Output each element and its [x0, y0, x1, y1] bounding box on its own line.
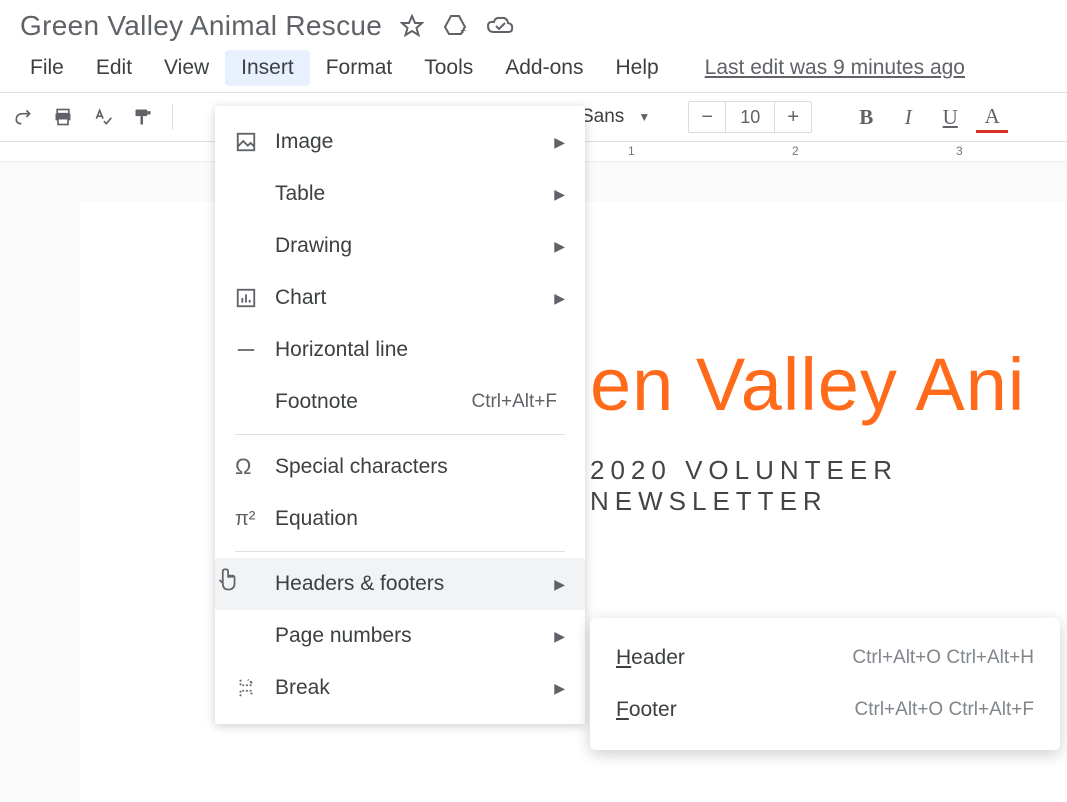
menu-item-special-characters[interactable]: Ω Special characters — [215, 441, 585, 493]
cloud-status-icon[interactable] — [486, 14, 514, 38]
insert-dropdown: Image ▶ Table ▶ Drawing ▶ Chart ▶ Horizo… — [215, 106, 585, 724]
submenu-shortcut: Ctrl+Alt+O Ctrl+Alt+F — [855, 699, 1035, 721]
title-bar: Green Valley Animal Rescue + — [0, 0, 1067, 46]
menu-bar: File Edit View Insert Format Tools Add-o… — [0, 46, 1067, 92]
ruler-mark-3: 3 — [956, 144, 963, 158]
menu-insert[interactable]: Insert — [225, 50, 310, 86]
menu-label: Special characters — [275, 455, 565, 479]
move-to-drive-icon[interactable]: + — [442, 14, 468, 38]
paint-format-icon[interactable] — [128, 102, 158, 132]
menu-item-equation[interactable]: π² Equation — [215, 493, 585, 545]
chart-icon — [235, 287, 275, 309]
menu-item-table[interactable]: Table ▶ — [215, 168, 585, 220]
chevron-right-icon: ▶ — [554, 680, 565, 697]
menu-label: Equation — [275, 507, 565, 531]
menu-label: Image — [275, 130, 554, 154]
menu-item-horizontal-line[interactable]: Horizontal line — [215, 324, 585, 376]
menu-file[interactable]: File — [14, 50, 80, 86]
page-break-icon — [235, 677, 275, 699]
redo-icon[interactable] — [8, 102, 38, 132]
svg-text:+: + — [460, 25, 466, 37]
document-title[interactable]: Green Valley Animal Rescue — [20, 10, 382, 42]
menu-item-footnote[interactable]: Footnote Ctrl+Alt+F — [215, 376, 585, 428]
menu-view[interactable]: View — [148, 50, 225, 86]
text-color-button[interactable]: A — [976, 101, 1008, 133]
pointer-cursor-icon — [213, 566, 239, 602]
ruler-mark-2: 2 — [792, 144, 799, 158]
menu-addons[interactable]: Add-ons — [489, 50, 599, 86]
menu-format[interactable]: Format — [310, 50, 409, 86]
menu-label: Drawing — [275, 234, 554, 258]
spellcheck-icon[interactable] — [88, 102, 118, 132]
headers-footers-submenu: Header Ctrl+Alt+O Ctrl+Alt+H Footer Ctrl… — [590, 618, 1060, 750]
print-icon[interactable] — [48, 102, 78, 132]
horizontal-line-icon — [235, 339, 275, 361]
menu-item-headers-footers[interactable]: Headers & footers ▶ — [215, 558, 585, 610]
last-edit-link[interactable]: Last edit was 9 minutes ago — [705, 56, 965, 80]
menu-separator — [235, 434, 565, 435]
pi-icon: π² — [235, 508, 275, 531]
menu-label: Table — [275, 182, 554, 206]
font-size-controls: − 10 + — [688, 101, 812, 133]
underline-button[interactable]: U — [934, 101, 966, 133]
menu-item-chart[interactable]: Chart ▶ — [215, 272, 585, 324]
font-size-value[interactable]: 10 — [725, 102, 775, 132]
chevron-right-icon: ▶ — [554, 134, 565, 151]
font-size-decrease[interactable]: − — [689, 102, 725, 132]
font-size-increase[interactable]: + — [775, 102, 811, 132]
menu-separator — [235, 551, 565, 552]
submenu-label: Footer — [616, 698, 855, 722]
menu-item-break[interactable]: Break ▶ — [215, 662, 585, 714]
menu-label: Footnote — [275, 390, 471, 414]
ruler-mark-1: 1 — [628, 144, 635, 158]
chevron-right-icon: ▶ — [554, 186, 565, 203]
submenu-shortcut: Ctrl+Alt+O Ctrl+Alt+H — [852, 647, 1034, 669]
star-icon[interactable] — [400, 14, 424, 38]
menu-item-image[interactable]: Image ▶ — [215, 116, 585, 168]
chevron-right-icon: ▶ — [554, 576, 565, 593]
omega-icon: Ω — [235, 454, 275, 480]
menu-label: Horizontal line — [275, 338, 565, 362]
chevron-right-icon: ▶ — [554, 290, 565, 307]
document-subheading[interactable]: 2020 VOLUNTEER NEWSLETTER — [590, 455, 1067, 517]
menu-edit[interactable]: Edit — [80, 50, 148, 86]
submenu-label: Header — [616, 646, 852, 670]
menu-item-page-numbers[interactable]: Page numbers ▶ — [215, 610, 585, 662]
chevron-right-icon: ▶ — [554, 238, 565, 255]
toolbar-separator — [172, 104, 173, 130]
menu-help[interactable]: Help — [599, 50, 674, 86]
menu-label: Break — [275, 676, 554, 700]
image-icon — [235, 131, 275, 153]
menu-tools[interactable]: Tools — [408, 50, 489, 86]
menu-label: Page numbers — [275, 624, 554, 648]
chevron-right-icon: ▶ — [554, 628, 565, 645]
menu-label: Headers & footers — [275, 572, 554, 596]
bold-button[interactable]: B — [850, 101, 882, 133]
menu-label: Chart — [275, 286, 554, 310]
italic-button[interactable]: I — [892, 101, 924, 133]
chevron-down-icon[interactable]: ▼ — [638, 110, 650, 124]
menu-shortcut: Ctrl+Alt+F — [471, 391, 557, 413]
submenu-item-footer[interactable]: Footer Ctrl+Alt+O Ctrl+Alt+F — [590, 684, 1060, 736]
document-heading[interactable]: en Valley Ani — [590, 342, 1067, 427]
submenu-item-header[interactable]: Header Ctrl+Alt+O Ctrl+Alt+H — [590, 632, 1060, 684]
menu-item-drawing[interactable]: Drawing ▶ — [215, 220, 585, 272]
